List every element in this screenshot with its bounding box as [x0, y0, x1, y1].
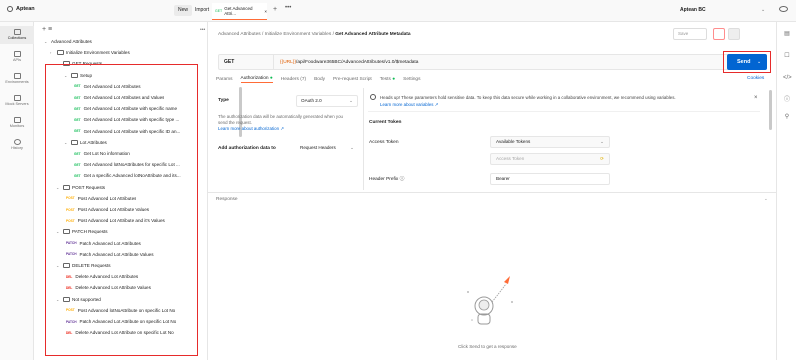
divider — [363, 88, 364, 190]
variable-icon: ⟳ — [600, 156, 604, 161]
rail-history[interactable]: History — [0, 139, 34, 150]
auth-description: The authorization data will be automatic… — [218, 114, 343, 131]
sidebar-folder[interactable]: › Initialize Environment Variables — [50, 50, 130, 56]
code-icon[interactable]: </> — [783, 75, 792, 82]
response-label: Response — [216, 197, 238, 202]
monitors-icon — [13, 117, 21, 123]
save-button[interactable]: Save — [673, 28, 707, 40]
rail-apis[interactable]: APIs — [0, 51, 34, 62]
page-title: Get Advanced Attribute Metadata — [335, 32, 411, 37]
type-label: Type — [218, 98, 229, 103]
sidebar-item-label: Advanced Attributes — [51, 39, 92, 44]
related-icon[interactable]: ⚲ — [783, 114, 791, 121]
rail-environments[interactable]: Environments — [0, 73, 34, 84]
tabs-more-icon[interactable]: ••• — [285, 5, 291, 11]
tab-settings[interactable]: Settings — [403, 77, 420, 82]
tab-body[interactable]: Body — [314, 77, 325, 82]
request-tab[interactable]: GET Get Advanced Attri... × — [212, 3, 267, 20]
folder-icon — [57, 50, 64, 56]
current-token-heading: Current Token — [369, 120, 402, 125]
empty-response-text: Click Send to get a response — [458, 344, 517, 349]
add-tab-button[interactable]: + — [273, 6, 277, 13]
tab-prerequest[interactable]: Pre-request Script — [333, 77, 372, 82]
tab-method: GET — [215, 9, 223, 13]
tab-title: Get Advanced Attri... — [224, 6, 253, 16]
comments-icon[interactable]: ☐ — [783, 53, 791, 60]
url-bar: GET {{URL}}/api/Foodware365BC/AdvancedAt… — [218, 54, 730, 70]
url-input[interactable]: {{URL}}/api/Foodware365BC/AdvancedAttrib… — [274, 60, 418, 65]
info-icon[interactable]: ⓘ — [783, 97, 791, 104]
left-rail: Collections APIs Environments Mock Serve… — [0, 22, 34, 360]
breadcrumb: Advanced Attributes / Initialize Environ… — [218, 32, 411, 37]
close-icon[interactable]: × — [754, 95, 758, 101]
collections-icon — [13, 29, 21, 35]
access-token-label: Access Token — [369, 140, 399, 145]
tab-authorization[interactable]: Authorization ● — [240, 76, 273, 83]
cookies-link[interactable]: Cookies — [747, 76, 764, 81]
response-bar: Response ⌄ — [208, 192, 776, 204]
docs-icon[interactable] — [728, 28, 740, 40]
chevron-icon[interactable]: › — [50, 50, 55, 55]
rail-mock-servers[interactable]: Mock Servers — [0, 95, 34, 106]
tab-headers[interactable]: Headers (7) — [281, 77, 306, 82]
import-button[interactable]: Import — [192, 5, 212, 16]
edit-icon[interactable] — [713, 28, 725, 40]
astronaut-illustration — [467, 276, 513, 325]
workspace-name[interactable]: Aptean — [7, 6, 35, 12]
header-prefix-input[interactable]: Bearer — [490, 173, 610, 185]
sidebar-tools[interactable]: + ≡ — [42, 26, 52, 33]
add-auth-label: Add authorization data to — [218, 146, 276, 151]
environment-select[interactable]: Aptean BC — [680, 7, 706, 13]
chevron-icon[interactable]: ⌄ — [44, 39, 49, 44]
sidebar-collection[interactable]: ⌄ Advanced Attributes — [44, 39, 92, 44]
sidebar-more-icon[interactable]: ••• — [200, 27, 205, 33]
available-tokens-select[interactable]: Available Tokens ⌄ — [490, 136, 610, 148]
right-rail: ▤ ☐ </> ⓘ ⚲ — [776, 22, 796, 360]
method-select[interactable]: GET — [219, 55, 274, 69]
sensitive-data-notice: Heads up! These parameters hold sensitiv… — [368, 92, 760, 112]
highlight-box — [45, 64, 198, 356]
documentation-icon[interactable]: ▤ — [783, 31, 791, 38]
chevron-down-icon[interactable]: ⌄ — [761, 7, 765, 13]
add-auth-select[interactable]: Request Headers ⌄ — [296, 143, 358, 155]
chevron-down-icon[interactable]: ⌄ — [757, 54, 761, 70]
tab-tests[interactable]: Tests ● — [380, 77, 395, 82]
auth-scrollbar[interactable] — [769, 90, 772, 130]
eye-icon[interactable] — [779, 6, 788, 12]
sidebar-item-label: Initialize Environment Variables — [66, 50, 130, 56]
access-token-input[interactable]: Access Token ⟳ — [490, 153, 610, 165]
workspace-icon — [7, 6, 13, 12]
chevron-down-icon[interactable]: ⌄ — [764, 196, 768, 202]
header-prefix-label: Header Prefix ⓘ — [369, 177, 405, 182]
apis-icon — [13, 51, 21, 57]
auth-type-select[interactable]: OAuth 2.0 ⌄ — [296, 95, 358, 107]
auth-learn-link[interactable]: Learn more about authorization ↗ — [218, 126, 284, 131]
rail-monitors[interactable]: Monitors — [0, 117, 34, 128]
request-subtabs: Params Authorization ● Headers (7) Body … — [216, 73, 776, 85]
rail-collections[interactable]: Collections — [0, 26, 34, 44]
history-icon — [13, 139, 21, 145]
top-bar: Aptean New Import GET Get Advanced Attri… — [0, 0, 796, 22]
tab-params[interactable]: Params — [216, 77, 233, 82]
mock-servers-icon — [13, 95, 21, 101]
variables-learn-link[interactable]: Learn more about variables ↗ — [380, 102, 438, 108]
info-icon — [370, 94, 376, 100]
close-icon[interactable]: × — [264, 9, 267, 14]
environments-icon — [13, 73, 21, 79]
main-panel: Advanced Attributes / Initialize Environ… — [208, 22, 776, 360]
new-button[interactable]: New — [174, 5, 193, 16]
